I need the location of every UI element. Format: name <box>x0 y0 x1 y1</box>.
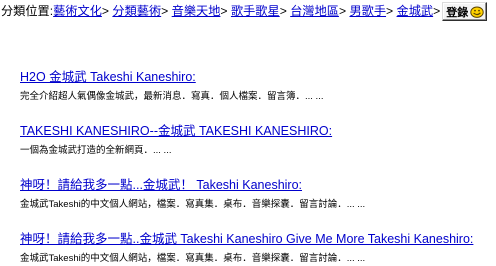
listing-title-row: H2O 金城武 Takeshi Kaneshiro: <box>20 69 494 84</box>
breadcrumb-separator: > <box>338 4 347 18</box>
breadcrumb-link-music-world[interactable]: 音樂天地 <box>172 2 221 21</box>
smiley-icon <box>470 6 484 18</box>
breadcrumb-link-arts-culture[interactable]: 藝術文化 <box>53 2 102 21</box>
listing-title-link[interactable]: TAKESHI KANESHIRO--金城武 TAKESHI KANESHIRO… <box>20 124 332 138</box>
listing-item: TAKESHI KANESHIRO--金城武 TAKESHI KANESHIRO… <box>20 123 494 157</box>
listing-description: 金城武Takeshi的中文個人網站，檔案．寫真集．桌布．音樂探囊．留言討論．..… <box>20 199 366 210</box>
breadcrumb: 分類位置: 藝術文化 > 分類藝術 > 音樂天地 > 歌手歌星 > 台灣地區 >… <box>1 2 488 21</box>
breadcrumb-link-male-singers[interactable]: 男歌手 <box>349 2 386 21</box>
breadcrumb-label: 分類位置: <box>1 4 54 18</box>
breadcrumb-separator: > <box>220 4 228 18</box>
listing-item: H2O 金城武 Takeshi Kaneshiro: 完全介紹超人氣偶像金城武，… <box>20 69 494 103</box>
breadcrumb-link-singers[interactable]: 歌手歌星 <box>231 2 280 21</box>
listing-description: 一個為金城武打造的全新網頁．... ... <box>20 145 172 156</box>
breadcrumb-link-art-categories[interactable]: 分類藝術 <box>112 2 161 21</box>
breadcrumb-separator: > <box>279 4 287 18</box>
breadcrumb-separator: > <box>386 4 394 18</box>
breadcrumb-separator: > <box>101 4 110 18</box>
breadcrumb-separator: > <box>433 4 441 18</box>
listing-item: 神呀！請給我多一點..金城武 Takeshi Kaneshiro Give Me… <box>20 231 494 265</box>
breadcrumb-separator: > <box>161 4 169 18</box>
listing-title-link[interactable]: H2O 金城武 Takeshi Kaneshiro: <box>20 70 196 84</box>
listing-description: 金城武Takeshi的中文個人網站，檔案．寫真集．桌布．音樂探囊．留言討論．..… <box>20 253 366 264</box>
listing-title-link[interactable]: 神呀！請給我多一點..金城武 Takeshi Kaneshiro Give Me… <box>20 232 473 246</box>
listing-item: 神呀！請給我多一點...金城武！ Takeshi Kaneshiro: 金城武T… <box>20 177 494 211</box>
listing-description: 完全介紹超人氣偶像金城武，最新消息．寫真．個人檔案．留言簿．... ... <box>20 91 324 102</box>
login-button-label: 登錄 <box>446 6 469 19</box>
listing-title-row: 神呀！請給我多一點..金城武 Takeshi Kaneshiro Give Me… <box>20 231 494 246</box>
directory-page: 分類位置: 藝術文化 > 分類藝術 > 音樂天地 > 歌手歌星 > 台灣地區 >… <box>0 0 496 266</box>
breadcrumb-link-takeshi-kaneshiro[interactable]: 金城武 <box>397 2 434 21</box>
listing-title-row: TAKESHI KANESHIRO--金城武 TAKESHI KANESHIRO… <box>20 123 494 138</box>
listing-title-row: 神呀！請給我多一點...金城武！ Takeshi Kaneshiro: <box>20 177 494 192</box>
breadcrumb-link-taiwan-region[interactable]: 台灣地區 <box>290 2 339 21</box>
listing-title-link[interactable]: 神呀！請給我多一點...金城武！ Takeshi Kaneshiro: <box>20 178 302 192</box>
login-button[interactable]: 登錄 <box>442 2 488 21</box>
site-listings: H2O 金城武 Takeshi Kaneshiro: 完全介紹超人氣偶像金城武，… <box>20 69 494 265</box>
